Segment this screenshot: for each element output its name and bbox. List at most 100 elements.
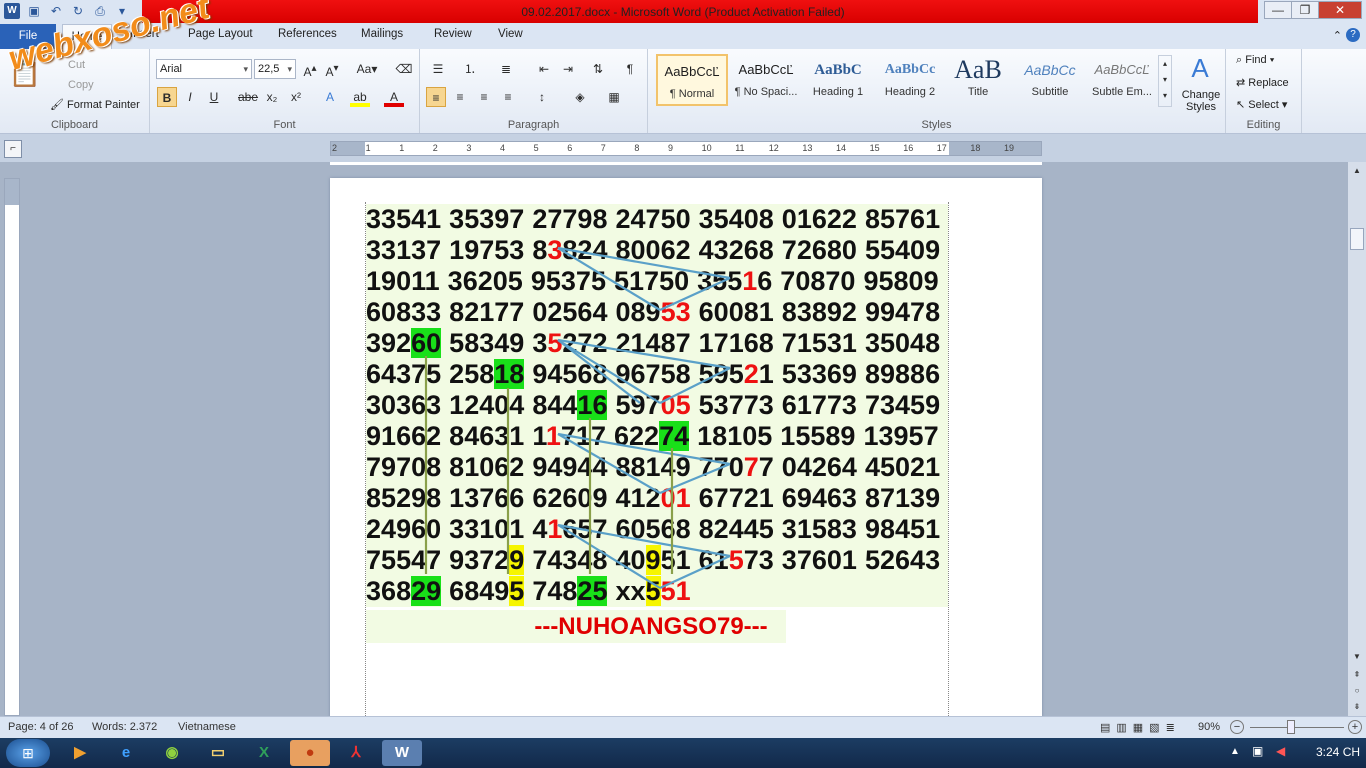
- sort-icon[interactable]: ⇅: [588, 59, 608, 79]
- font-size-combo[interactable]: 22,5: [254, 59, 296, 79]
- browse-object-icon[interactable]: ○: [1350, 684, 1364, 698]
- replace-button[interactable]: ⇄ Replace: [1236, 76, 1289, 89]
- vertical-scrollbar[interactable]: ▲ ▼ ⇞ ○ ⇟: [1348, 162, 1366, 716]
- multilevel-list-icon[interactable]: ≣: [496, 59, 516, 79]
- start-button[interactable]: ⊞: [6, 739, 50, 767]
- shrink-font-icon[interactable]: A▾: [322, 59, 342, 79]
- increase-indent-icon[interactable]: ⇥: [558, 59, 578, 79]
- style-subtle-emphasis[interactable]: AaBbCcĽ Subtle Em...: [1086, 54, 1158, 106]
- tab-view[interactable]: View: [498, 28, 523, 40]
- vertical-ruler[interactable]: [4, 178, 20, 716]
- copy-button[interactable]: Copy: [68, 79, 94, 91]
- zoom-in-icon[interactable]: +: [1348, 720, 1362, 734]
- borders-icon[interactable]: ▦: [604, 87, 624, 107]
- excel-icon[interactable]: X: [244, 740, 284, 766]
- decrease-indent-icon[interactable]: ⇤: [534, 59, 554, 79]
- word-count[interactable]: Words: 2.372: [92, 721, 157, 733]
- chrome-icon[interactable]: ◉: [152, 740, 192, 766]
- align-left-icon[interactable]: ≡: [426, 87, 446, 107]
- numbering-icon[interactable]: ⒈: [460, 59, 480, 79]
- page-count[interactable]: Page: 4 of 26: [8, 721, 73, 733]
- styles-label: Styles: [921, 119, 952, 131]
- explorer-icon[interactable]: ▭: [198, 740, 238, 766]
- tab-review[interactable]: Review: [434, 28, 472, 40]
- strikethrough-button[interactable]: abe: [238, 87, 258, 107]
- media-player-icon[interactable]: ▶: [60, 740, 100, 766]
- firefox-icon[interactable]: ●: [290, 740, 330, 766]
- change-styles-icon[interactable]: A: [1182, 51, 1218, 85]
- restore-button[interactable]: ❐: [1291, 1, 1319, 19]
- style-subtitle[interactable]: AaBbCc Subtitle: [1014, 54, 1086, 106]
- style-heading-2[interactable]: AaBbCc Heading 2: [874, 54, 946, 106]
- show-marks-icon[interactable]: ¶: [620, 59, 640, 79]
- line-spacing-icon[interactable]: ↕: [532, 87, 552, 107]
- scroll-up-icon[interactable]: ▲: [1350, 164, 1364, 178]
- number-cell: 89886: [864, 359, 941, 389]
- format-painter-button[interactable]: 🖌 Format Painter: [50, 98, 140, 111]
- horizontal-ruler[interactable]: 2 1 1 2 3 4 5 6 7 8 9 10 11 12 13 14 15 16 17 18 19: [330, 141, 1042, 156]
- style-heading-1[interactable]: AaBbC Heading 1: [802, 54, 874, 106]
- zoom-slider-thumb[interactable]: [1287, 720, 1295, 734]
- number-cell: 53369: [781, 359, 857, 389]
- change-styles-button[interactable]: Change Styles: [1180, 89, 1222, 113]
- font-color-icon[interactable]: A: [384, 87, 404, 107]
- text-effects-icon[interactable]: A: [320, 87, 340, 107]
- grow-font-icon[interactable]: A▴: [300, 59, 320, 79]
- tab-references[interactable]: References: [278, 28, 337, 40]
- save-icon[interactable]: ▣: [26, 3, 42, 19]
- justify-icon[interactable]: ≡: [498, 87, 518, 107]
- bullets-icon[interactable]: ☰: [428, 59, 448, 79]
- next-page-icon[interactable]: ⇟: [1350, 700, 1364, 714]
- highlight-icon[interactable]: ab: [350, 87, 370, 107]
- zoom-out-icon[interactable]: −: [1230, 720, 1244, 734]
- italic-button[interactable]: I: [180, 87, 200, 107]
- font-name-combo[interactable]: Arial: [156, 59, 252, 79]
- language[interactable]: Vietnamese: [178, 721, 236, 733]
- shading-icon[interactable]: ◈: [570, 87, 590, 107]
- ie-icon[interactable]: e: [106, 740, 146, 766]
- scroll-thumb[interactable]: [1350, 228, 1364, 250]
- scroll-down-icon[interactable]: ▼: [1350, 650, 1364, 664]
- find-button[interactable]: ⌕ Find ▾: [1236, 54, 1274, 67]
- word-taskbar-icon[interactable]: W: [382, 740, 422, 766]
- align-center-icon[interactable]: ≡: [450, 87, 470, 107]
- style-normal[interactable]: AaBbCcĽ ¶ Normal: [656, 54, 728, 106]
- subscript-button[interactable]: x₂: [262, 87, 282, 107]
- ribbon-minimize-icon[interactable]: ⌃: [1333, 29, 1342, 42]
- clear-format-icon[interactable]: ⌫: [394, 59, 414, 79]
- underline-button[interactable]: U: [204, 87, 224, 107]
- help-icon[interactable]: ?: [1346, 28, 1360, 42]
- style-no-spacing[interactable]: AaBbCcĽ ¶ No Spaci...: [730, 54, 802, 106]
- word-icon[interactable]: W: [4, 3, 20, 19]
- network-icon[interactable]: ▣: [1252, 744, 1263, 758]
- close-button[interactable]: ✕: [1318, 1, 1362, 19]
- tab-mailings[interactable]: Mailings: [361, 28, 403, 40]
- style-title[interactable]: AaB Title: [942, 54, 1014, 106]
- minimize-button[interactable]: —: [1264, 1, 1292, 19]
- tray-arrow-icon[interactable]: ▲: [1230, 746, 1240, 757]
- number-cell: 40951: [615, 545, 691, 575]
- undo-icon[interactable]: ↶: [48, 3, 64, 19]
- align-right-icon[interactable]: ≡: [474, 87, 494, 107]
- styles-group: AaBbCcĽ ¶ Normal AaBbCcĽ ¶ No Spaci... AaB…: [648, 49, 1226, 133]
- number-row: 79708 81062 94944 88149 77077 04264 45021: [366, 452, 949, 483]
- tab-selector-icon[interactable]: ⌐: [4, 140, 22, 158]
- document-page[interactable]: 33541 35397 27798 24750 35408 01622 85761 33137…: [330, 178, 1042, 722]
- prev-page-icon[interactable]: ⇞: [1350, 668, 1364, 682]
- styles-scroll-icon[interactable]: ▴ ▾ ▾: [1158, 55, 1172, 107]
- pdf-icon[interactable]: ⅄: [336, 740, 376, 766]
- zoom-slider[interactable]: [1250, 727, 1344, 728]
- volume-icon[interactable]: ◀: [1276, 744, 1285, 758]
- highlighted-digit: 6: [592, 390, 608, 420]
- superscript-button[interactable]: x²: [286, 87, 306, 107]
- change-case-icon[interactable]: Aa▾: [354, 59, 380, 79]
- select-button[interactable]: ↖ Select ▾: [1236, 98, 1287, 111]
- clock[interactable]: 3:24 CH: [1316, 745, 1360, 759]
- bold-button[interactable]: B: [157, 87, 177, 107]
- zoom-level[interactable]: 90%: [1198, 721, 1220, 733]
- view-buttons[interactable]: ▤▥▦▧≣: [1100, 721, 1181, 734]
- redo-icon[interactable]: ↻: [70, 3, 86, 19]
- number-cell: 37601: [781, 545, 857, 575]
- number-row: 36829 68495 74825 xx551: [366, 576, 949, 607]
- number-cell: 30363: [366, 390, 442, 420]
